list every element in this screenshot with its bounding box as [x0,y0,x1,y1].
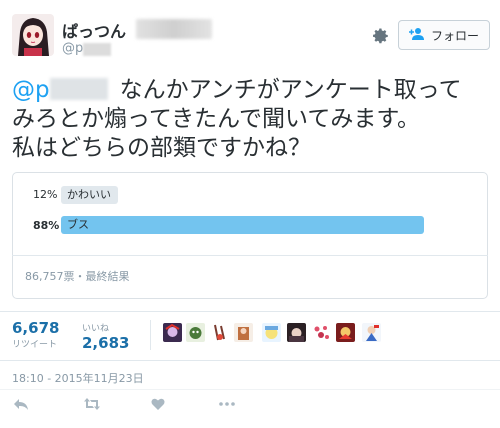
poll-option-1-bar: かわいい [61,186,118,204]
retweet-stat[interactable]: 6,678 リツイート [12,319,59,350]
liker-avatar[interactable] [312,323,331,342]
more-icon[interactable] [218,396,235,412]
mention-link[interactable]: @p [12,77,50,103]
avatar[interactable] [12,14,54,56]
user-handle[interactable]: @p [62,41,83,56]
poll-option-2-percent: 88% [33,219,60,232]
mention-redaction [49,78,108,100]
poll-option-2-bar: ブス [61,216,424,234]
tweet-line-3: 私はどちらの部類ですかね？ [12,135,311,161]
retweet-icon[interactable] [83,396,100,412]
poll-meta: 86,757票・最終結果 [25,270,130,283]
timestamp[interactable]: 18:10 - 2015年11月23日 [12,370,144,386]
like-stat[interactable]: いいね 2,683 [82,321,129,352]
handle-redaction [83,43,111,56]
like-icon[interactable] [150,396,166,412]
liker-avatar[interactable] [362,323,381,342]
liker-avatar[interactable] [163,323,182,342]
poll-option-1-percent: 12% [33,188,58,201]
poll-option-1-label: かわいい [67,188,111,201]
liker-avatar[interactable] [210,323,229,342]
name-redaction [136,19,212,39]
liker-avatar[interactable] [186,323,205,342]
retweet-label: リツイート [12,340,58,350]
tweet-text: @p なんかアンチがアンケート取って みろとか煽ってきたんで聞いてみます。 私はど… [12,76,492,163]
tweet-line-1: なんかアンチがアンケート取って [119,77,462,103]
retweet-count: 6,678 [12,319,60,337]
liker-avatar[interactable] [336,323,355,342]
liker-avatar[interactable] [287,323,306,342]
liker-avatar[interactable] [262,323,281,342]
like-count: 2,683 [82,334,130,352]
follow-button[interactable]: フォロー [398,20,490,50]
display-name[interactable]: ぱっつん [62,18,126,42]
stats-divider-bottom [0,360,500,361]
actions-divider [0,389,500,390]
tweet-line-2: みろとか煽ってきたんで聞いてみます。 [12,106,421,132]
poll-option-2-label: ブス [67,218,89,231]
follow-label: フォロー [430,28,479,43]
like-label: いいね [82,324,110,334]
reply-icon[interactable] [13,396,29,412]
liker-avatar[interactable] [234,323,253,342]
poll-divider [12,255,488,256]
stats-separator [150,320,151,350]
gear-icon[interactable] [372,27,390,45]
add-user-icon [408,27,425,44]
stats-divider-top [0,311,500,312]
